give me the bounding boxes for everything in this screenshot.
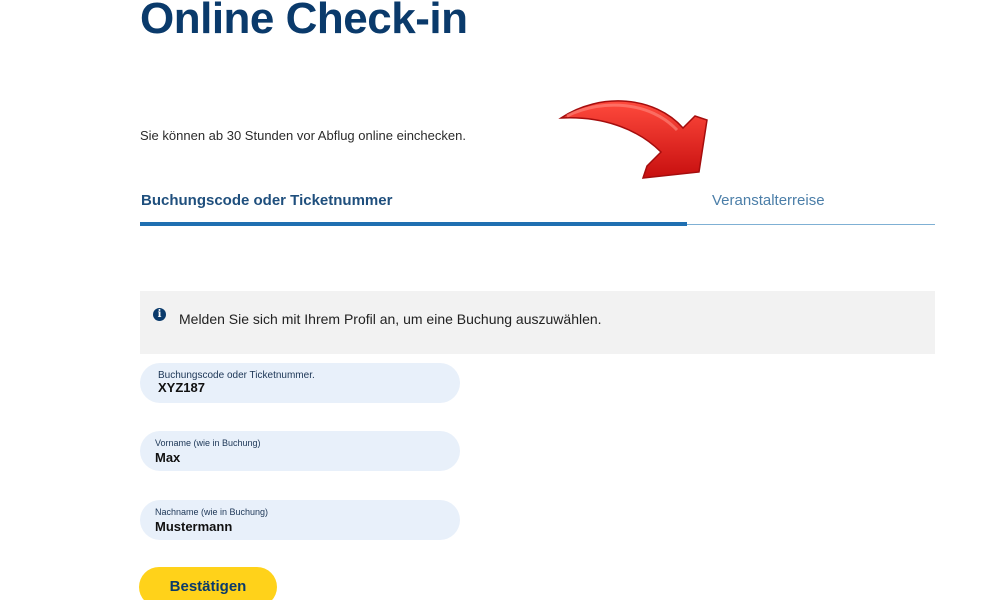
tab-booking-code[interactable]: Buchungscode oder Ticketnummer <box>140 185 687 225</box>
last-name-value: Mustermann <box>155 519 233 534</box>
info-icon: i <box>153 308 166 321</box>
confirm-button[interactable]: Bestätigen <box>139 567 277 600</box>
red-arrow-annotation-icon <box>558 100 708 179</box>
first-name-label: Vorname (wie in Buchung) <box>155 438 261 448</box>
active-tab-indicator <box>140 222 687 226</box>
booking-code-field[interactable]: Buchungscode oder Ticketnummer. XYZ187 <box>140 363 460 403</box>
page-subtitle: Sie können ab 30 Stunden vor Abflug onli… <box>140 128 466 143</box>
booking-code-value: XYZ187 <box>158 380 205 395</box>
checkin-method-tabs: Buchungscode oder Ticketnummer Veranstal… <box>140 185 935 227</box>
info-message: Melden Sie sich mit Ihrem Profil an, um … <box>179 311 602 327</box>
info-banner: i Melden Sie sich mit Ihrem Profil an, u… <box>140 291 935 354</box>
first-name-field[interactable]: Vorname (wie in Buchung) Max <box>140 431 460 471</box>
last-name-field[interactable]: Nachname (wie in Buchung) Mustermann <box>140 500 460 540</box>
tab-tour-operator-label: Veranstalterreise <box>712 192 825 209</box>
check-in-page: Online Check-in Sie können ab 30 Stunden… <box>0 0 1000 600</box>
tab-divider-line <box>687 224 935 225</box>
last-name-label: Nachname (wie in Buchung) <box>155 507 269 517</box>
tab-booking-code-label: Buchungscode oder Ticketnummer <box>141 192 393 209</box>
first-name-value: Max <box>155 450 181 465</box>
page-title: Online Check-in <box>140 0 468 43</box>
tab-tour-operator[interactable]: Veranstalterreise <box>688 185 935 225</box>
